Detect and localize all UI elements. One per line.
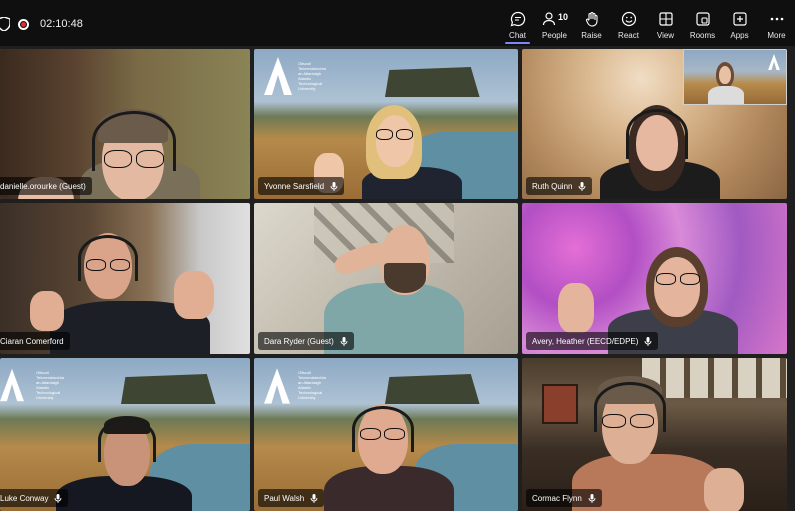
video-tile-cormac[interactable]: Cormac Flynn	[522, 358, 787, 511]
view-button[interactable]: View	[647, 0, 684, 46]
meeting-controls: Chat 10 People Raise React View Rooms Ap…	[499, 0, 795, 46]
participant-name-tag: Dara Ryder (Guest)	[258, 332, 354, 350]
participant-name-tag: Luke Conway	[0, 489, 69, 507]
participant-name-tag: Cormac Flynn	[526, 489, 602, 507]
video-tile-ciaran[interactable]: Ciaran Comerford	[0, 203, 250, 354]
participant-name: Yvonne Sarsfield	[264, 181, 325, 191]
view-label: View	[656, 31, 675, 40]
participant-name-tag: Ciaran Comerford	[0, 332, 70, 350]
mic-icon	[55, 493, 62, 503]
self-view-preview[interactable]	[683, 49, 787, 105]
apps-label: Apps	[730, 31, 749, 40]
raise-hand-button[interactable]: Raise	[573, 0, 610, 46]
participant-name: Dara Ryder (Guest)	[264, 336, 334, 346]
people-button[interactable]: 10 People	[536, 0, 573, 46]
participant-name: Cormac Flynn	[532, 493, 582, 503]
raise-hand-icon	[585, 11, 598, 27]
react-label: React	[618, 31, 639, 40]
more-icon	[770, 17, 783, 21]
people-label: People	[542, 31, 567, 40]
participant-name-tag: Ruth Quinn	[526, 177, 593, 195]
participant-name-tag: Yvonne Sarsfield	[258, 177, 345, 195]
video-tile-yvonne[interactable]: Ollscoil Teicneolaíochta an Atlantaigh A…	[254, 49, 518, 199]
mic-icon	[340, 336, 348, 346]
video-tile-dara[interactable]: Dara Ryder (Guest)	[254, 203, 518, 354]
recording-icon	[18, 18, 29, 30]
raise-label: Raise	[581, 31, 602, 40]
participant-name-tag: danielle.orourke (Guest)	[0, 177, 92, 195]
video-tile-ruth[interactable]: Ruth Quinn	[522, 49, 787, 199]
rooms-button[interactable]: Rooms	[684, 0, 721, 46]
apps-icon	[732, 12, 747, 26]
rooms-label: Rooms	[689, 31, 716, 40]
university-logo-icon	[768, 54, 780, 70]
participant-name: Luke Conway	[0, 493, 49, 503]
meeting-timer: 02:10:48	[40, 18, 83, 30]
video-tile-luke[interactable]: Ollscoil Teicneolaíochta an Atlantaigh A…	[0, 358, 250, 511]
participant-name: Ruth Quinn	[532, 181, 573, 191]
people-count: 10	[558, 12, 569, 22]
react-button[interactable]: React	[610, 0, 647, 46]
chat-icon	[510, 11, 525, 27]
more-label: More	[767, 31, 786, 40]
participant-name-tag: Avery, Heather (EECD/EDPE)	[526, 332, 659, 350]
meeting-info: 02:10:48	[0, 14, 83, 34]
participant-name: Ciaran Comerford	[0, 336, 64, 346]
participant-name-tag: Paul Walsh	[258, 489, 325, 507]
more-button[interactable]: More	[758, 0, 795, 46]
video-tile-danielle[interactable]: danielle.orourke (Guest)	[0, 49, 250, 199]
mic-icon	[644, 336, 652, 346]
view-icon	[658, 12, 673, 26]
mic-icon	[310, 493, 318, 503]
participant-name: danielle.orourke (Guest)	[0, 181, 86, 191]
participant-name: Avery, Heather (EECD/EDPE)	[532, 336, 639, 346]
shield-icon	[0, 17, 10, 31]
mic-icon	[330, 181, 338, 191]
rooms-icon	[695, 12, 710, 26]
mic-icon	[579, 181, 586, 191]
participant-name: Paul Walsh	[264, 493, 305, 503]
chat-button[interactable]: Chat	[499, 0, 536, 46]
react-icon	[621, 11, 636, 27]
video-tile-heather[interactable]: Avery, Heather (EECD/EDPE)	[522, 203, 787, 354]
apps-button[interactable]: Apps	[721, 0, 758, 46]
video-tile-paul[interactable]: Ollscoil Teicneolaíochta an Atlantaigh A…	[254, 358, 518, 511]
mic-icon	[588, 493, 596, 503]
chat-label: Chat	[509, 31, 526, 40]
people-icon	[542, 12, 555, 26]
meeting-toolbar: 02:10:48 Chat 10 People Raise React View…	[0, 0, 795, 46]
